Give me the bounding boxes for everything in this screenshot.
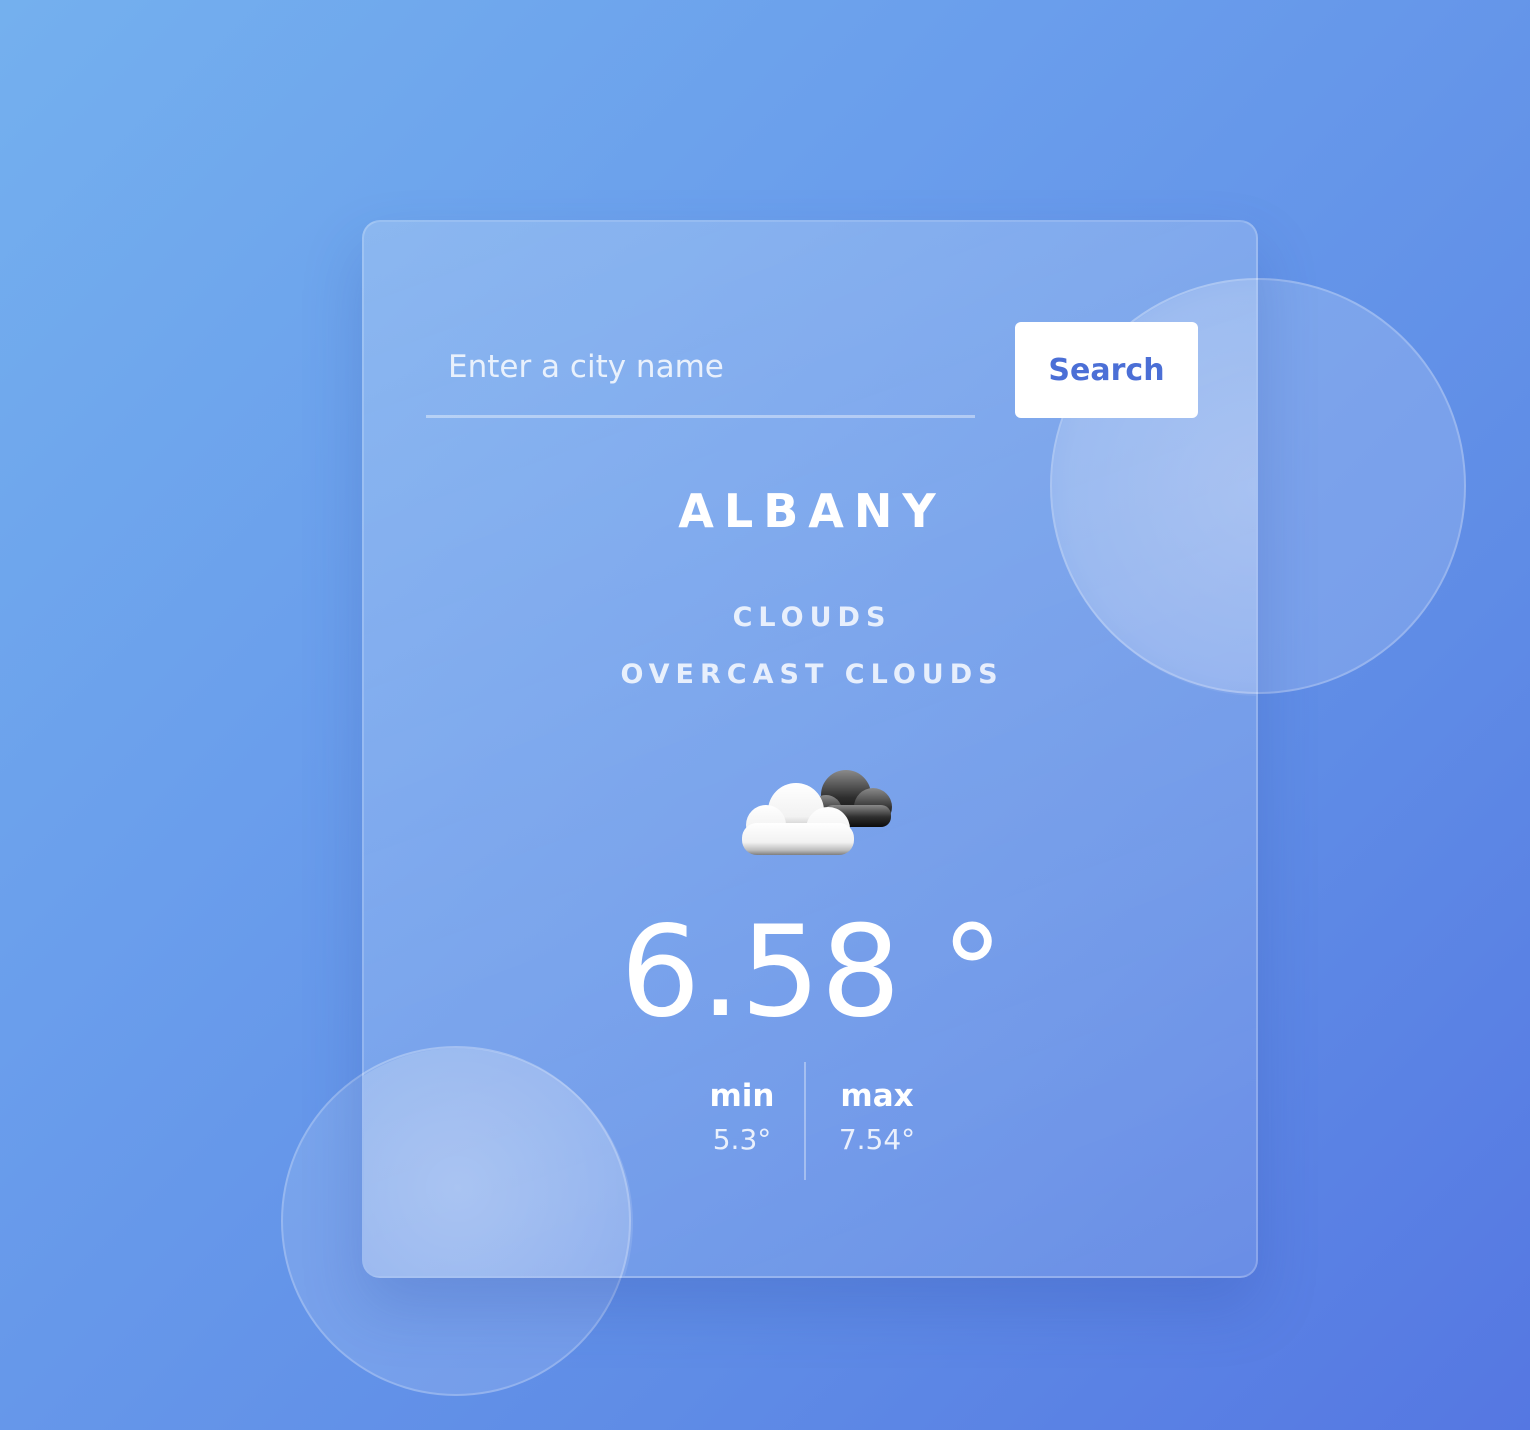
city-search-input[interactable]: [426, 322, 975, 418]
card-glow-left: [364, 1048, 633, 1276]
min-temperature: min 5.3°: [687, 1062, 797, 1160]
min-label: min: [709, 1078, 775, 1114]
max-value: 7.54°: [838, 1123, 916, 1156]
max-temperature: max 7.54°: [822, 1062, 932, 1160]
weather-main: CLOUDS: [732, 602, 892, 633]
temperature: 6.58 °: [620, 898, 1004, 1045]
max-label: max: [840, 1078, 914, 1114]
weather-card: Search ALBANY CLOUDS OVERCAST CLOUDS: [362, 220, 1258, 1278]
search-button[interactable]: Search: [1015, 322, 1198, 418]
min-value: 5.3°: [712, 1123, 772, 1156]
search-row: Search: [426, 322, 1198, 418]
weather-description: OVERCAST CLOUDS: [620, 659, 1004, 690]
overcast-clouds-icon: [742, 770, 892, 855]
min-max-divider: [804, 1062, 806, 1180]
city-name: ALBANY: [678, 484, 946, 538]
min-max-temperatures: min 5.3° max 7.54°: [682, 1062, 942, 1180]
